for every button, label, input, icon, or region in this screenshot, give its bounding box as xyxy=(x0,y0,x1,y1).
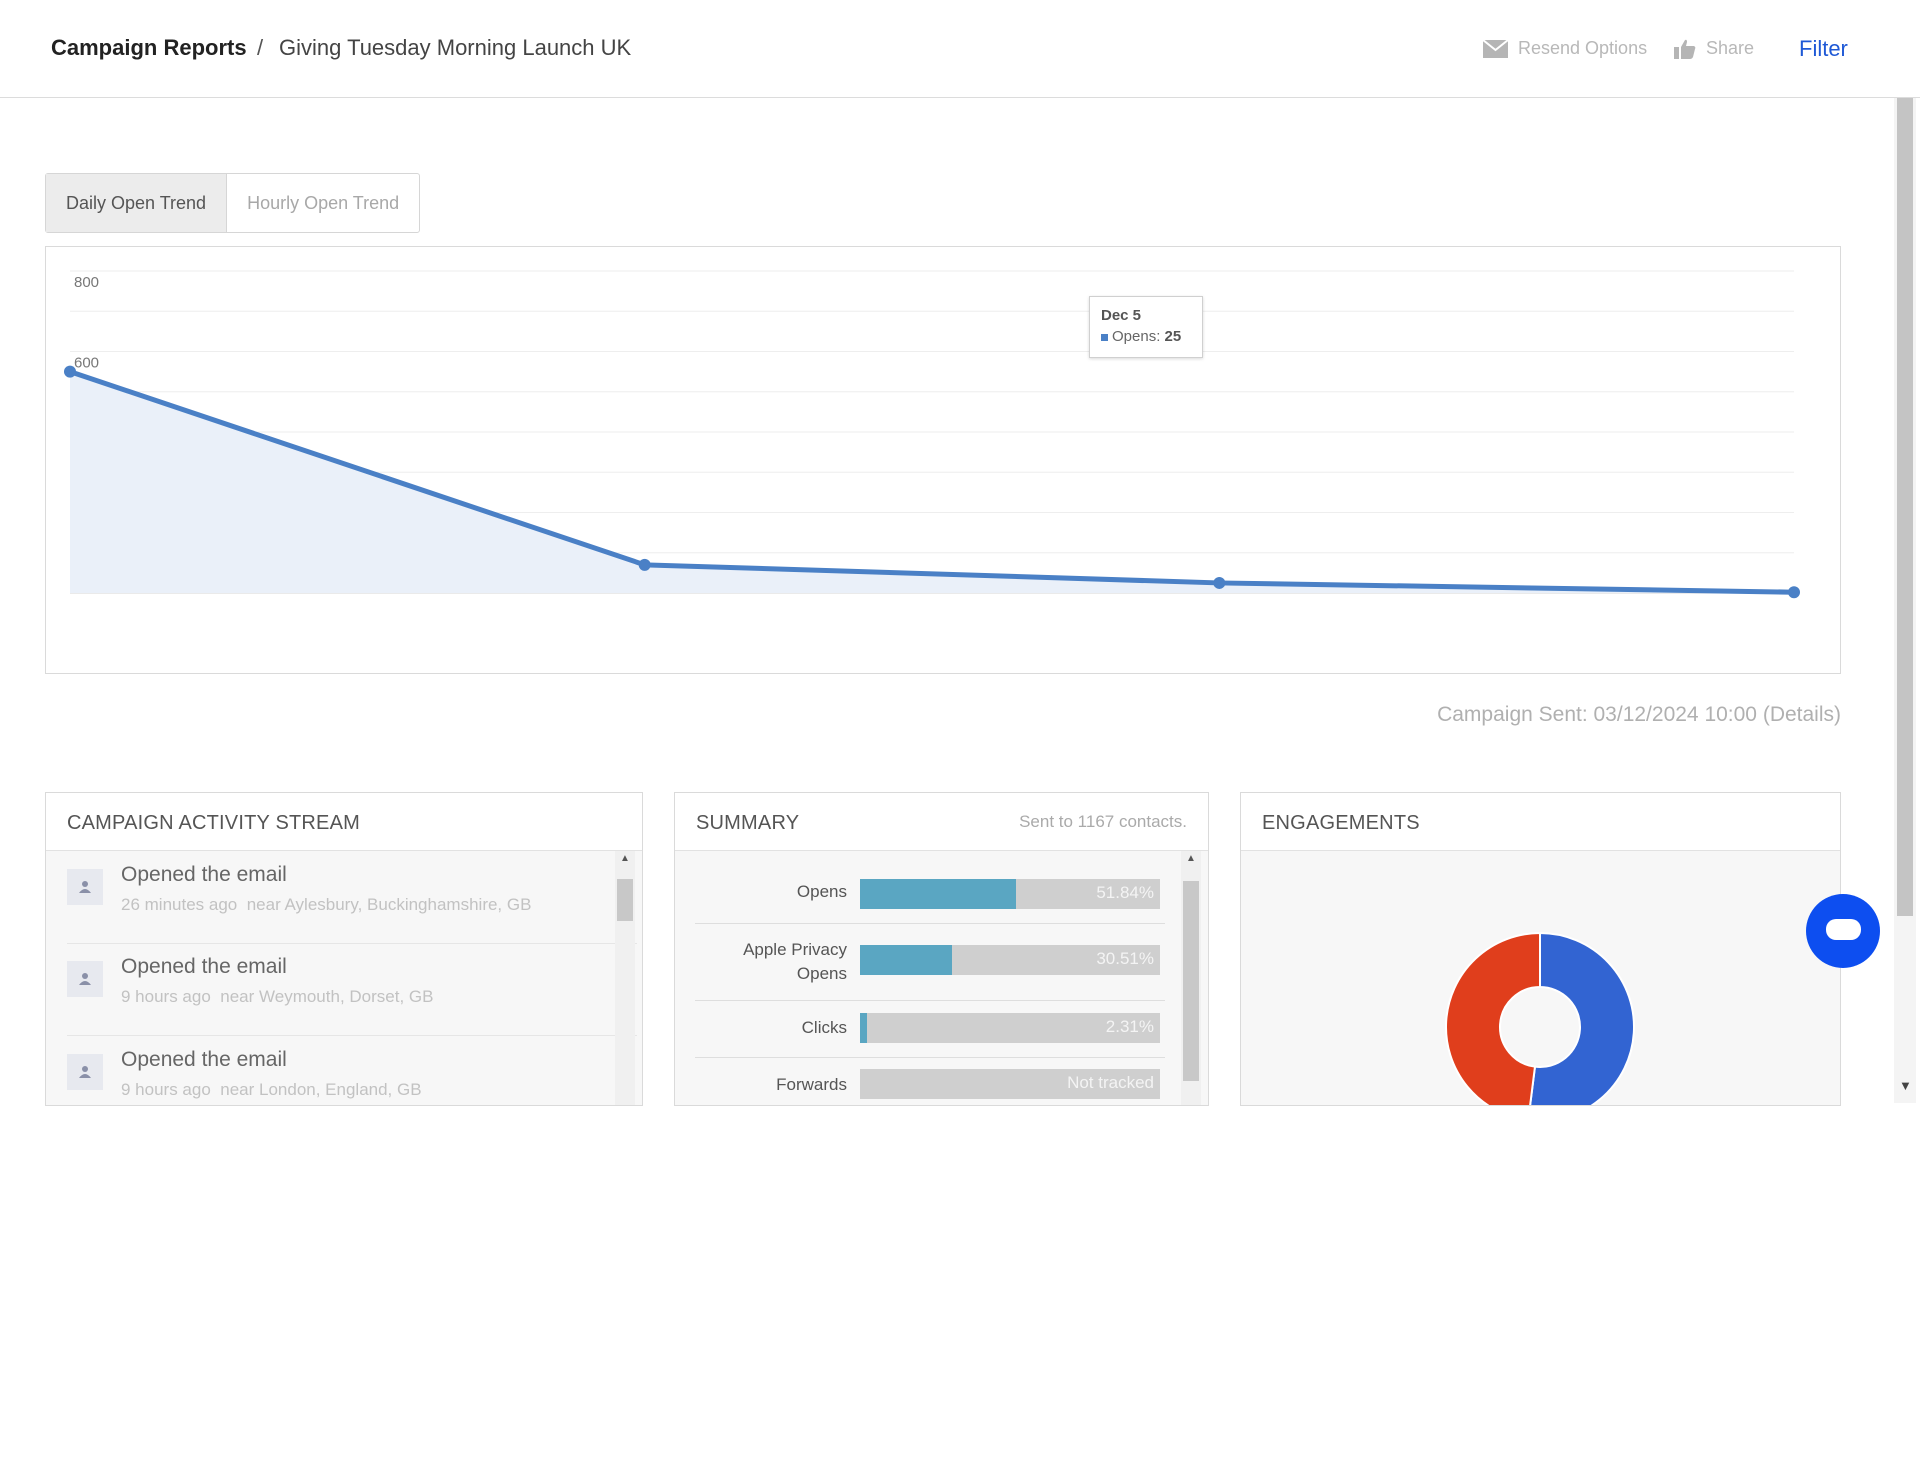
tooltip-series-swatch xyxy=(1101,333,1108,341)
activity-stream-list[interactable]: Opened the email 26 minutes ago near Ayl… xyxy=(46,851,642,1105)
user-icon xyxy=(67,869,103,905)
summary-bar-fill xyxy=(860,879,1016,909)
series-area-opens xyxy=(70,371,1794,593)
summary-title: SUMMARY xyxy=(696,812,800,834)
summary-label: Apple Privacy Opens xyxy=(743,940,847,983)
summary-scrollbar-thumb[interactable] xyxy=(1183,881,1199,1081)
summary-bar-fill xyxy=(860,945,952,975)
summary-bar: 30.51% xyxy=(860,945,1160,975)
engagements-body xyxy=(1241,851,1840,1105)
tooltip-series-name: Opens xyxy=(1112,328,1157,345)
donut-slice xyxy=(1529,931,1635,1105)
summary-sent-note: Sent to 1167 contacts. xyxy=(1019,812,1187,831)
activity-title: Opened the email xyxy=(121,955,287,978)
summary-value: 51.84% xyxy=(1096,883,1154,902)
summary-row-opens: Opens 51.84% xyxy=(695,865,1165,924)
page-scrollbar[interactable]: ▼ xyxy=(1894,98,1916,1103)
activity-item[interactable]: Opened the email 9 hours ago near London… xyxy=(67,1036,637,1105)
campaign-sent-info[interactable]: Campaign Sent: 03/12/2024 10:00 (Details… xyxy=(1437,703,1841,727)
activity-stream-title: CAMPAIGN ACTIVITY STREAM xyxy=(67,812,360,834)
data-point xyxy=(64,365,76,378)
summary-value: 30.51% xyxy=(1096,949,1154,968)
summary-row-clicks: Clicks 2.31% xyxy=(695,1001,1165,1058)
breadcrumb-separator: / xyxy=(257,35,264,60)
summary-value: 2.31% xyxy=(1105,1017,1154,1036)
activity-item[interactable]: Opened the email 26 minutes ago near Ayl… xyxy=(67,851,637,944)
open-trend-chart-svg: 200400600800 xyxy=(64,270,1800,599)
engagements-header: ENGAGEMENTS xyxy=(1241,793,1840,851)
summary-scrollbar[interactable]: ▲ xyxy=(1181,851,1201,1105)
activity-location: near Aylesbury, Buckinghamshire, GB xyxy=(246,895,532,914)
summary-row-forwards: Forwards Not tracked xyxy=(695,1058,1165,1105)
activity-location: near Weymouth, Dorset, GB xyxy=(220,987,434,1006)
activity-scrollbar-thumb[interactable] xyxy=(617,879,633,921)
engagements-donut-chart xyxy=(1445,931,1635,1105)
user-icon xyxy=(67,1054,103,1090)
activity-meta: 9 hours ago near Weymouth, Dorset, GB xyxy=(121,987,433,1007)
activity-scrollbar[interactable]: ▲ xyxy=(615,851,635,1105)
activity-time: 26 minutes ago xyxy=(121,895,238,914)
scroll-up-arrow-icon[interactable]: ▲ xyxy=(1186,853,1196,864)
scroll-up-arrow-icon[interactable]: ▲ xyxy=(620,853,630,864)
resend-options-button[interactable]: Resend Options xyxy=(1483,38,1647,59)
chat-widget-button[interactable] xyxy=(1806,894,1880,968)
summary-bar: 51.84% xyxy=(860,879,1160,909)
user-icon xyxy=(67,961,103,997)
chat-icon xyxy=(1826,919,1861,940)
summary-bar: Not tracked xyxy=(860,1069,1160,1099)
share-button[interactable]: Share xyxy=(1674,38,1754,59)
y-tick-label: 600 xyxy=(74,355,99,372)
filter-button[interactable]: Filter xyxy=(1799,36,1848,62)
activity-title: Opened the email xyxy=(121,1048,287,1071)
data-point xyxy=(638,558,651,571)
activity-time: 9 hours ago xyxy=(121,1080,211,1099)
data-point xyxy=(1788,586,1800,599)
activity-item[interactable]: Opened the email 9 hours ago near Weymou… xyxy=(67,943,637,1036)
donut-slice xyxy=(1445,931,1541,1105)
scroll-down-arrow-icon[interactable]: ▼ xyxy=(1899,1078,1912,1093)
engagements-panel: ENGAGEMENTS xyxy=(1240,792,1841,1106)
tooltip-date: Dec 5 xyxy=(1101,307,1142,324)
page-scrollbar-thumb[interactable] xyxy=(1897,98,1913,916)
summary-value: Not tracked xyxy=(1067,1073,1154,1092)
activity-meta: 26 minutes ago near Aylesbury, Buckingha… xyxy=(121,895,531,915)
summary-body: Opens 51.84% Apple Privacy Opens 30.51% … xyxy=(675,851,1208,1105)
share-label: Share xyxy=(1706,38,1755,58)
open-trend-chart: 200400600800 xyxy=(45,246,1841,674)
activity-location: near London, England, GB xyxy=(220,1080,422,1099)
summary-panel: SUMMARY Sent to 1167 contacts. Opens 51.… xyxy=(674,792,1209,1106)
y-tick-label: 800 xyxy=(74,274,99,291)
summary-label: Clicks xyxy=(801,1018,847,1037)
thumbs-up-icon xyxy=(1674,39,1696,59)
data-point xyxy=(1213,576,1226,589)
top-bar: Campaign Reports / Giving Tuesday Mornin… xyxy=(0,0,1920,98)
summary-label: Opens xyxy=(796,882,847,901)
activity-stream-header: CAMPAIGN ACTIVITY STREAM xyxy=(46,793,642,851)
summary-row-apple-privacy-opens: Apple Privacy Opens 30.51% xyxy=(695,924,1165,1001)
trend-tabs: Daily Open Trend Hourly Open Trend xyxy=(45,173,421,233)
envelope-icon xyxy=(1483,39,1508,58)
summary-bar-fill xyxy=(860,1013,867,1043)
summary-label: Forwards xyxy=(776,1075,847,1094)
tooltip-row: Opens: 25 xyxy=(1101,328,1181,345)
tooltip-value: 25 xyxy=(1164,328,1182,345)
breadcrumb-campaign-reports[interactable]: Campaign Reports xyxy=(51,35,247,61)
chart-tooltip: Dec 5 Opens: 25 xyxy=(1089,296,1203,358)
tab-hourly-open-trend[interactable]: Hourly Open Trend xyxy=(227,174,419,232)
summary-bar: 2.31% xyxy=(860,1013,1160,1043)
activity-title: Opened the email xyxy=(121,863,287,886)
page-title: Giving Tuesday Morning Launch UK xyxy=(279,35,632,60)
activity-time: 9 hours ago xyxy=(121,987,211,1006)
resend-options-label: Resend Options xyxy=(1518,38,1648,58)
activity-stream-panel: CAMPAIGN ACTIVITY STREAM Opened the emai… xyxy=(45,792,643,1106)
tab-daily-open-trend[interactable]: Daily Open Trend xyxy=(46,174,228,232)
activity-meta: 9 hours ago near London, England, GB xyxy=(121,1080,422,1100)
summary-header: SUMMARY Sent to 1167 contacts. xyxy=(675,793,1208,851)
engagements-title: ENGAGEMENTS xyxy=(1262,812,1420,834)
